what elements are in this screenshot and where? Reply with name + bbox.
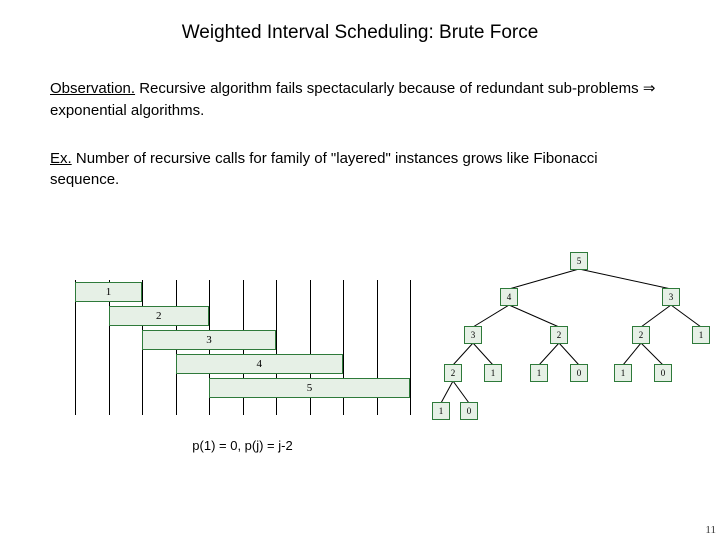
tree-node: 5 [570,252,588,270]
tree-node: 3 [464,326,482,344]
tick [410,280,411,415]
tree-node: 1 [530,364,548,382]
tree-node: 2 [632,326,650,344]
observation-paragraph: Observation. Recursive algorithm fails s… [50,78,670,122]
tree-node: 1 [692,326,710,344]
intervals-caption: p(1) = 0, p(j) = j-2 [75,438,410,453]
tree-node: 0 [570,364,588,382]
tree-node: 0 [654,364,672,382]
interval-bar: 1 [75,282,142,302]
tree-edges [440,248,720,448]
page-number: 11 [705,524,716,536]
tree-node: 2 [550,326,568,344]
tree-node: 1 [432,402,450,420]
ex-lead: Ex. [50,150,72,167]
ex-body: Number of recursive calls for family of … [50,150,598,189]
obs-tail: exponential algorithms. [50,102,204,119]
implies-arrow-icon: ⇒ [643,80,656,97]
intervals-diagram: p(1) = 0, p(j) = j-2 12345 [75,280,410,435]
interval-bar: 5 [209,378,410,398]
page-title: Weighted Interval Scheduling: Brute Forc… [0,0,720,44]
tree-node: 1 [614,364,632,382]
obs-lead: Observation. [50,80,135,97]
interval-bar: 4 [176,354,344,374]
tree-node: 1 [484,364,502,382]
tree-node: 0 [460,402,478,420]
recursion-tree: 543322121101010 [440,248,715,448]
obs-body: Recursive algorithm fails spectacularly … [135,80,643,97]
tree-node: 3 [662,288,680,306]
example-paragraph: Ex. Number of recursive calls for family… [50,148,670,192]
interval-bar: 2 [109,306,210,326]
tree-node: 2 [444,364,462,382]
tree-node: 4 [500,288,518,306]
interval-bar: 3 [142,330,276,350]
